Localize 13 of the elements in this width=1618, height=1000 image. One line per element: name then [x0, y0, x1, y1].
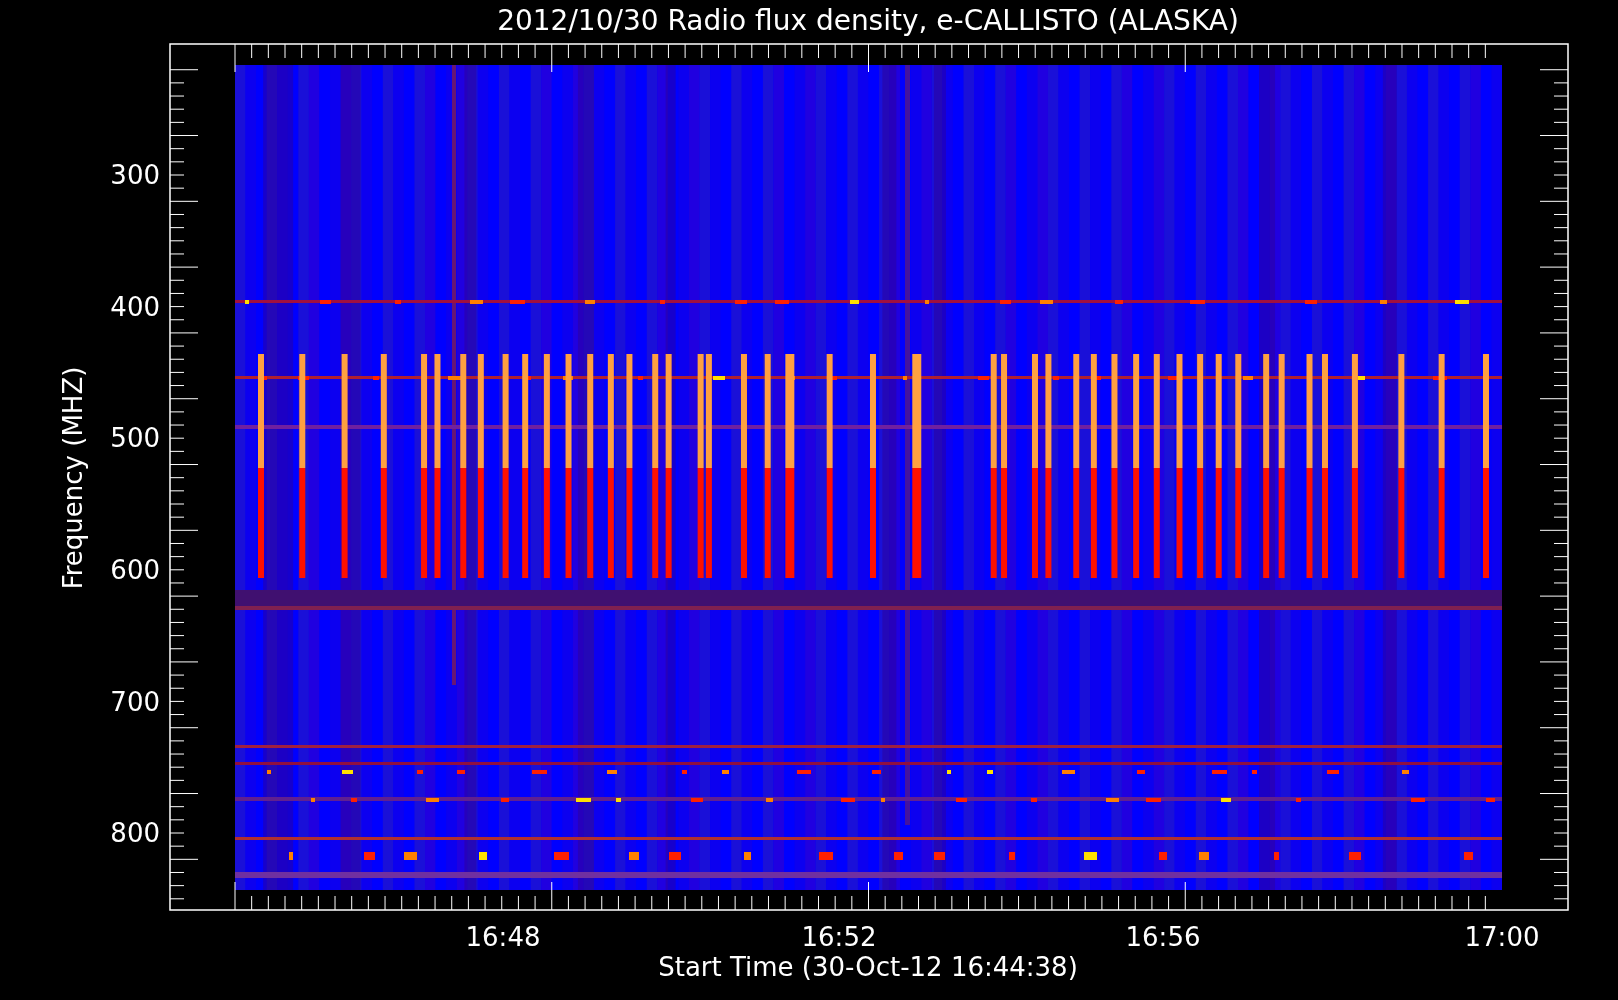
y-tick-label: 300 — [110, 160, 160, 190]
x-tick-label: 17:00 — [1464, 922, 1540, 952]
y-axis-label: Frequency (MHZ) — [58, 366, 88, 590]
x-tick-label: 16:52 — [801, 922, 877, 952]
x-tick-label: 16:56 — [1125, 922, 1201, 952]
y-tick-label: 500 — [110, 423, 160, 453]
y-tick-label: 800 — [110, 818, 160, 848]
x-axis-label: Start Time (30-Oct-12 16:44:38) — [658, 952, 1078, 982]
plot-title: 2012/10/30 Radio flux density, e-CALLISTO (ALASKA) — [497, 4, 1239, 37]
y-tick-label: 700 — [110, 687, 160, 717]
y-tick-label: 600 — [110, 555, 160, 585]
x-tick-label: 16:48 — [465, 922, 541, 952]
y-tick-label: 400 — [110, 292, 160, 322]
